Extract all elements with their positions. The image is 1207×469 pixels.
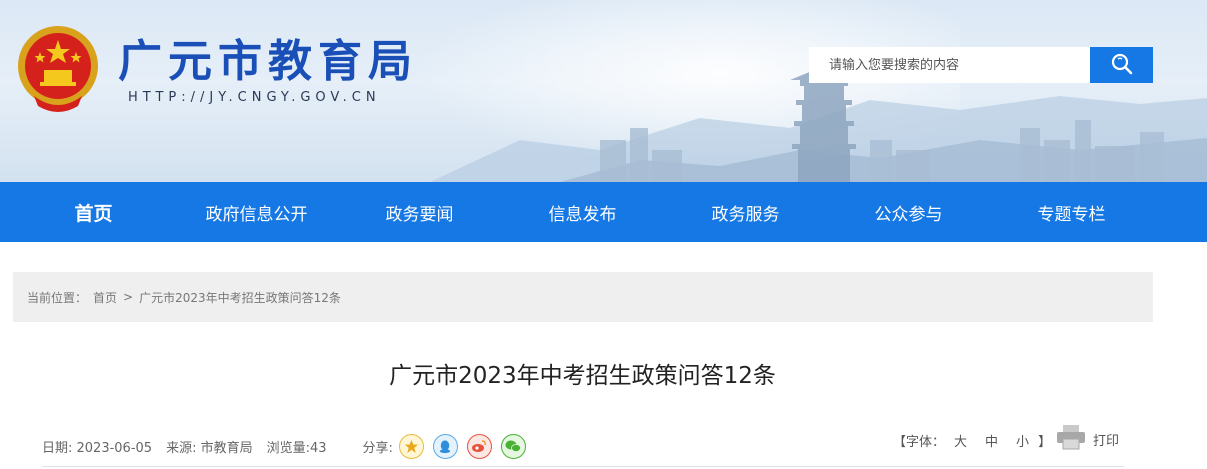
- font-size-large-button[interactable]: 大: [954, 431, 967, 450]
- search-icon: [1110, 52, 1134, 79]
- site-title[interactable]: 广元市教育局: [118, 36, 418, 88]
- nav-item-services[interactable]: 政务服务: [664, 200, 827, 225]
- breadcrumb: 当前位置： 首页 > 广元市2023年中考招生政策问答12条: [13, 272, 1153, 322]
- nav-item-participation[interactable]: 公众参与: [827, 200, 990, 225]
- qq-icon[interactable]: [432, 433, 458, 459]
- nav-item-home[interactable]: 首页: [12, 199, 175, 226]
- article-source: 来源: 市教育局: [166, 440, 253, 456]
- printer-icon: [1055, 424, 1087, 454]
- breadcrumb-home-link[interactable]: 首页: [93, 289, 117, 306]
- nav-item-releases[interactable]: 信息发布: [501, 200, 664, 225]
- main-nav: 首页 政府信息公开 政务要闻 信息发布 政务服务 公众参与 专题专栏: [0, 182, 1207, 242]
- search-bar: [809, 47, 1153, 83]
- nav-item-topics[interactable]: 专题专栏: [990, 200, 1153, 225]
- font-size-close: 】: [1038, 435, 1052, 450]
- breadcrumb-separator: >: [123, 290, 134, 304]
- font-size-control: 【字体： 大 中 小 】: [893, 431, 1051, 450]
- font-size-small-button[interactable]: 小: [1016, 431, 1029, 450]
- print-label: 打印: [1093, 433, 1120, 449]
- search-button[interactable]: [1090, 47, 1153, 83]
- breadcrumb-prefix: 当前位置：: [27, 290, 88, 305]
- national-emblem-icon: [14, 22, 102, 114]
- nav-item-gov-info[interactable]: 政府信息公开: [175, 200, 338, 225]
- header-banner: 广元市教育局 HTTP://JY.CNGY.GOV.CN: [0, 0, 1207, 182]
- search-input[interactable]: [809, 47, 1090, 83]
- wechat-icon[interactable]: [500, 433, 526, 459]
- font-size-medium-button[interactable]: 中: [985, 431, 998, 450]
- site-url: HTTP://JY.CNGY.GOV.CN: [128, 90, 381, 105]
- weibo-icon[interactable]: [466, 433, 492, 459]
- article-date: 日期: 2023-06-05: [42, 440, 153, 456]
- qzone-icon[interactable]: [398, 433, 424, 459]
- share-label: 分享:: [362, 440, 393, 456]
- article-title: 广元市2023年中考招生政策问答12条: [389, 363, 776, 389]
- meta-divider: [42, 466, 1124, 467]
- print-button[interactable]: 打印: [1055, 424, 1119, 454]
- article-views: 浏览量:43: [266, 440, 327, 456]
- font-size-open: 【字体：: [893, 435, 946, 450]
- nav-item-news[interactable]: 政务要闻: [338, 200, 501, 225]
- breadcrumb-current-link[interactable]: 广元市2023年中考招生政策问答12条: [139, 289, 341, 306]
